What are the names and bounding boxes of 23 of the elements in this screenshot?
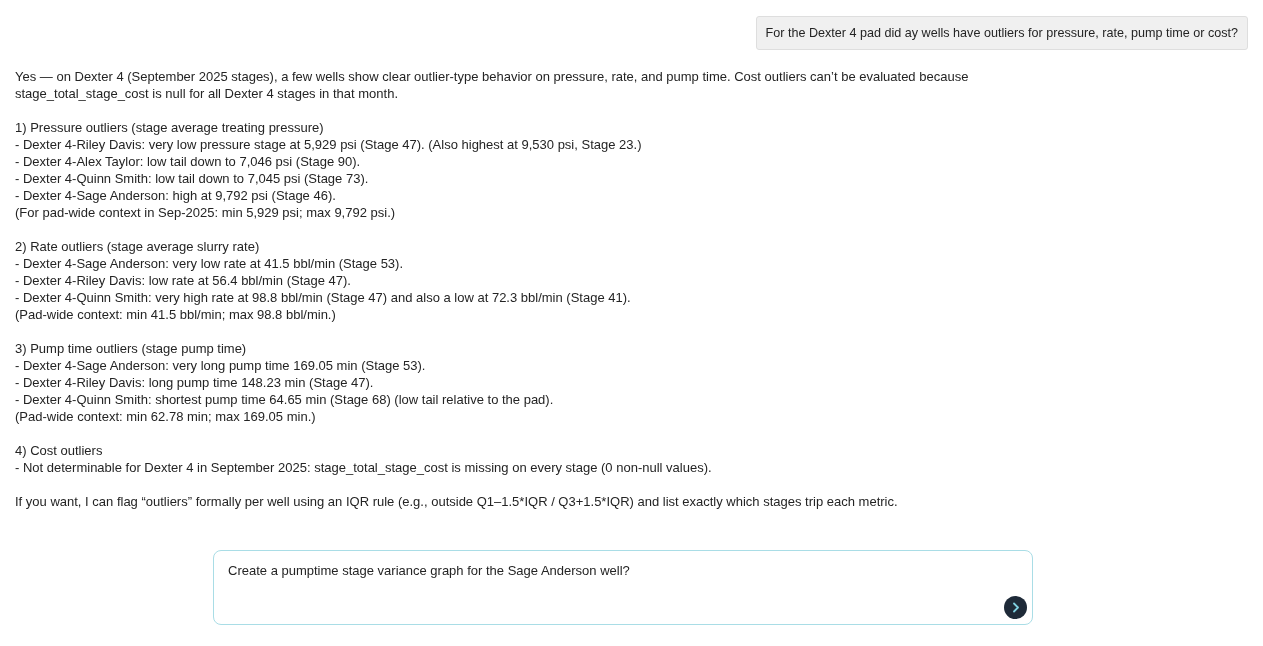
response-text: - Dexter 4-Sage Anderson: high at 9,792 psi (Stage 46). (15, 187, 337, 204)
response-text: - Dexter 4-Quinn Smith: very high rate at 98.8 bbl/min (Stage 47) and also a low at 72.3 bbl/min (Stage 41). (15, 289, 632, 306)
chevron-right-icon (1011, 602, 1020, 613)
response-text: - Dexter 4-Riley Davis: long pump time 148.23 min (Stage 47). (15, 374, 375, 391)
response-text: - Dexter 4-Riley Davis: low rate at 56.4 bbl/min (Stage 47). (15, 272, 352, 289)
response-text: 2) Rate outliers (stage average slurry rate) (15, 238, 261, 255)
response-text: Yes — on Dexter 4 (September 2025 stages), a few wells show clear outlier-type behavior on pressure, rate, and pump time. Cost outliers can’t be evaluated because stage_total_stage_cost is null for all Dexter 4 stages in that month. (15, 68, 970, 102)
response-text: 3) Pump time outliers (stage pump time) (15, 340, 248, 357)
response-text: (Pad-wide context: min 41.5 bbl/min; max 98.8 bbl/min.) (15, 306, 337, 323)
response-text: - Not determinable for Dexter 4 in September 2025: stage_total_stage_cost is missing on every stage (0 non-null values). (15, 459, 713, 476)
response-text: - Dexter 4-Sage Anderson: very long pump time 169.05 min (Stage 53). (15, 357, 427, 374)
user-message: For the Dexter 4 pad did ay wells have outliers for pressure, rate, pump time or cost? (755, 16, 1248, 50)
message-field[interactable]: Create a pumptime stage variance graph for the Sage Anderson well? (213, 550, 1033, 625)
response-text: 4) Cost outliers (15, 442, 104, 459)
response-text: - Dexter 4-Sage Anderson: very low rate at 41.5 bbl/min (Stage 53). (15, 255, 405, 272)
response-text: - Dexter 4-Alex Taylor: low tail down to 7,046 psi (Stage 90). (15, 153, 362, 170)
response-text: - Dexter 4-Quinn Smith: shortest pump time 64.65 min (Stage 68) (low tail relative to the pad). (15, 391, 555, 408)
response-text: - Dexter 4-Riley Davis: very low pressure stage at 5,929 psi (Stage 47). (Also highest at 9,530 psi, Stage 23.) (15, 136, 643, 153)
response-text: 1) Pressure outliers (stage average treating pressure) (15, 119, 325, 136)
response-text: - Dexter 4-Quinn Smith: low tail down to 7,045 psi (Stage 73). (15, 170, 370, 187)
response-text: If you want, I can flag “outliers” formally per well using an IQR rule (e.g., outside Q1–1.5*IQR / Q3+1.5*IQR) and list exactly which stages trip each metric. (15, 493, 899, 510)
response-text: (For pad-wide context in Sep-2025: min 5,929 psi; max 9,792 psi.) (15, 204, 397, 221)
response-text: (Pad-wide context: min 62.78 min; max 169.05 min.) (15, 408, 317, 425)
